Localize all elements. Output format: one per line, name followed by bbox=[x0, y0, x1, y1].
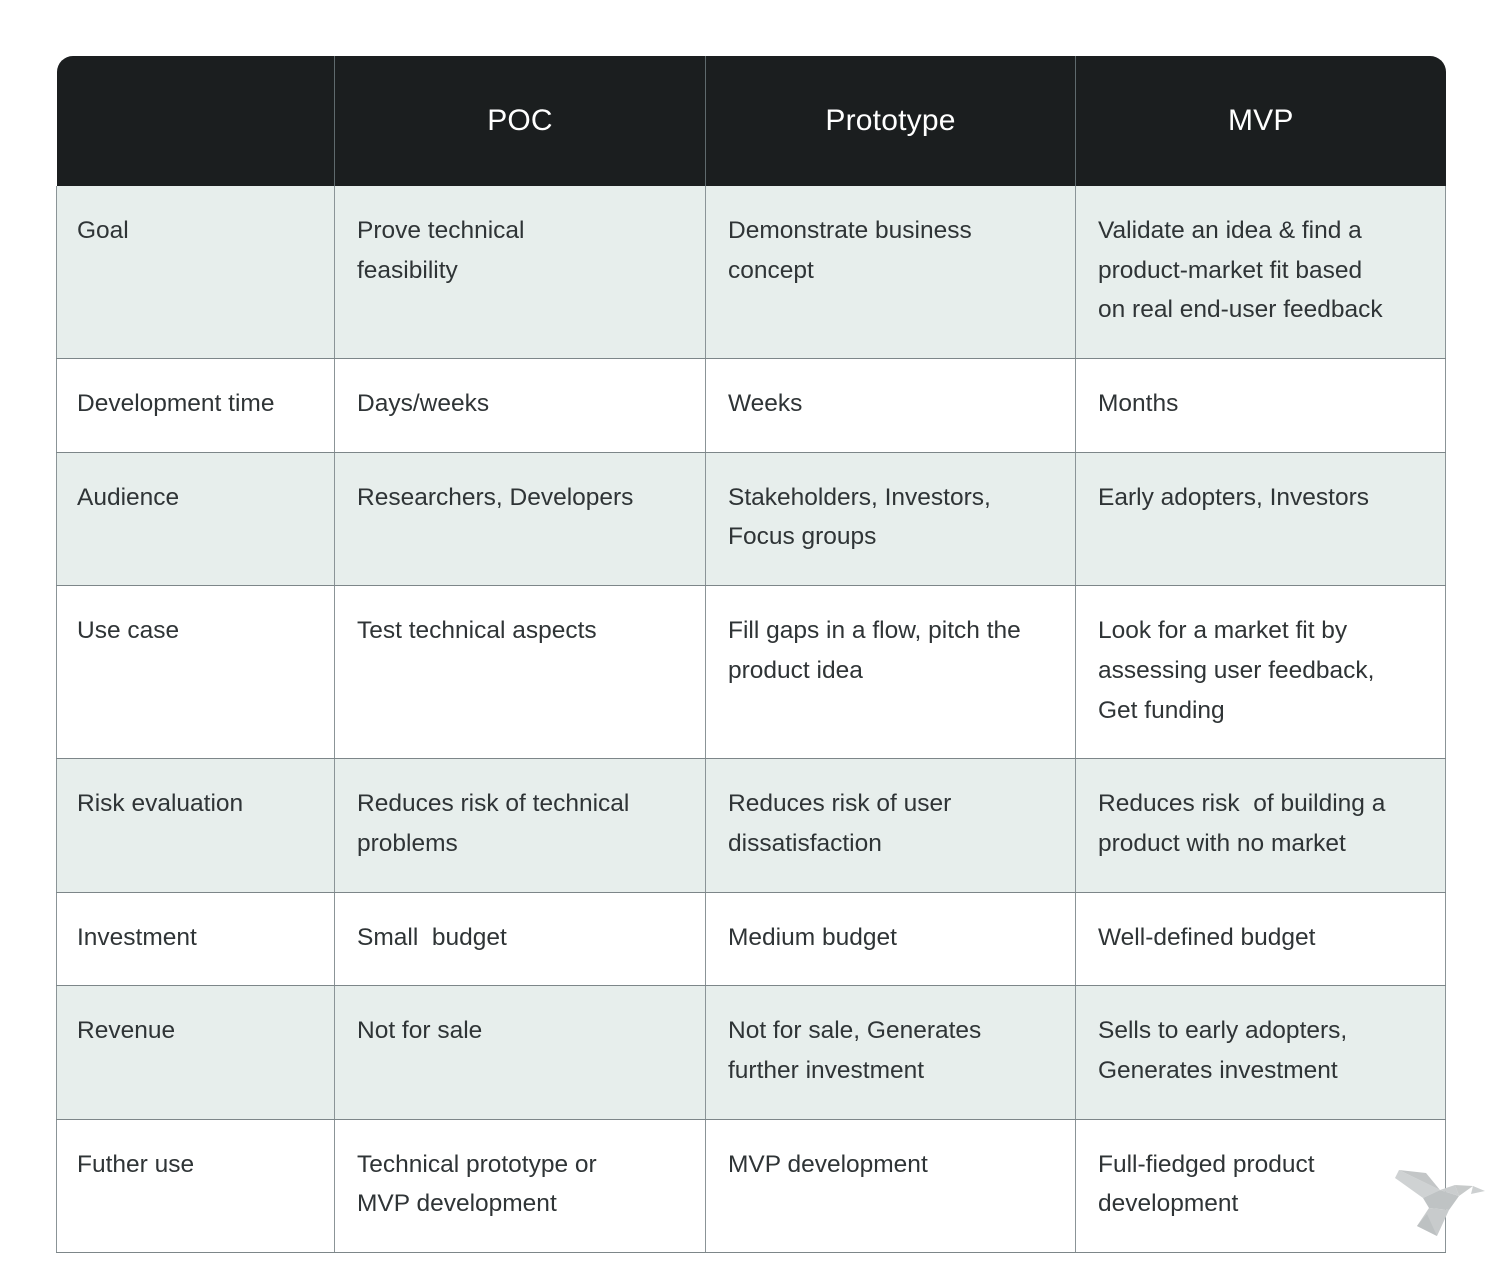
cell-risk-evaluation-poc: Reduces risk of technical problems bbox=[334, 758, 706, 893]
cell-investment-prototype: Medium budget bbox=[705, 892, 1076, 987]
cell-text: Technical prototype or MVP development bbox=[357, 1150, 597, 1218]
cell-text: Months bbox=[1098, 390, 1179, 418]
cell-goal-mvp: Validate an idea & find a product-market… bbox=[1075, 186, 1446, 360]
cell-text: Look for a market fit by assessing user … bbox=[1098, 617, 1375, 724]
row-label-goal: Goal bbox=[56, 186, 335, 360]
cell-text: Futher use bbox=[77, 1150, 195, 1178]
header-label-mvp: MVP bbox=[1227, 104, 1294, 137]
cell-futher-use-poc: Technical prototype or MVP development bbox=[334, 1119, 706, 1254]
table-container: POC Prototype MVP Goal Prove technical f… bbox=[56, 56, 1446, 1254]
comparison-table-page: POC Prototype MVP Goal Prove technical f… bbox=[0, 0, 1500, 1262]
cell-text: Demonstrate business concept bbox=[728, 217, 972, 284]
cell-text: Sells to early adopters, Generates inves… bbox=[1098, 1017, 1348, 1084]
cell-audience-prototype: Stakeholders, Investors, Focus groups bbox=[705, 452, 1076, 587]
header-cell-poc: POC bbox=[334, 56, 706, 186]
cell-use-case-prototype: Fill gaps in a flow, pitch the product i… bbox=[705, 585, 1076, 760]
cell-text: Weeks bbox=[728, 390, 803, 418]
cell-investment-poc: Small budget bbox=[334, 892, 706, 987]
table-row: Development time Days/weeks Weeks Months bbox=[56, 358, 1446, 453]
cell-text: Use case bbox=[77, 617, 180, 645]
table-row: Investment Small budget Medium budget We… bbox=[56, 892, 1446, 987]
cell-use-case-mvp: Look for a market fit by assessing user … bbox=[1075, 585, 1446, 760]
cell-text: Reduces risk of user dissatisfaction bbox=[728, 790, 952, 857]
cell-text: Development time bbox=[77, 390, 275, 418]
cell-text: Risk evaluation bbox=[77, 790, 244, 818]
cell-text: Not for sale bbox=[357, 1017, 483, 1045]
cell-text: Not for sale, Generates further investme… bbox=[728, 1017, 982, 1084]
cell-text: MVP development bbox=[728, 1150, 928, 1178]
cell-text: Revenue bbox=[77, 1017, 176, 1045]
cell-text: Early adopters, Investors bbox=[1098, 483, 1369, 511]
row-label-futher-use: Futher use bbox=[56, 1119, 335, 1254]
cell-investment-mvp: Well-defined budget bbox=[1075, 892, 1446, 987]
table-row: Use case Test technical aspects Fill gap… bbox=[56, 585, 1446, 760]
header-cell-mvp: MVP bbox=[1075, 56, 1446, 186]
cell-text: Fill gaps in a flow, pitch the product i… bbox=[728, 617, 1021, 684]
cell-risk-evaluation-mvp: Reduces risk of building a product with … bbox=[1075, 758, 1446, 893]
cell-text: Validate an idea & find a product-market… bbox=[1098, 217, 1383, 324]
cell-text: Days/weeks bbox=[357, 390, 490, 418]
cell-development-time-mvp: Months bbox=[1075, 358, 1446, 453]
cell-audience-mvp: Early adopters, Investors bbox=[1075, 452, 1446, 587]
cell-goal-prototype: Demonstrate business concept bbox=[705, 186, 1076, 360]
cell-text: Medium budget bbox=[728, 923, 897, 951]
header-label-poc: POC bbox=[487, 104, 553, 137]
cell-audience-poc: Researchers, Developers bbox=[334, 452, 706, 587]
row-label-development-time: Development time bbox=[56, 358, 335, 453]
cell-text: Audience bbox=[77, 483, 180, 511]
row-label-audience: Audience bbox=[56, 452, 335, 587]
row-label-investment: Investment bbox=[56, 892, 335, 987]
cell-futher-use-mvp: Full-fiedged product development bbox=[1075, 1119, 1446, 1254]
row-label-risk-evaluation: Risk evaluation bbox=[56, 758, 335, 893]
row-label-use-case: Use case bbox=[56, 585, 335, 760]
table-body: Goal Prove technical feasibility Demonst… bbox=[56, 186, 1446, 1254]
cell-text: Well-defined budget bbox=[1098, 923, 1316, 951]
cell-text: Test technical aspects bbox=[357, 617, 597, 645]
cell-text: Reduces risk of technical problems bbox=[357, 790, 630, 857]
cell-text: Stakeholders, Investors, Focus groups bbox=[728, 483, 991, 551]
table-row: Futher use Technical prototype or MVP de… bbox=[56, 1119, 1446, 1254]
table-row: Audience Researchers, Developers Stakeho… bbox=[56, 452, 1446, 587]
cell-text: Small budget bbox=[357, 923, 507, 951]
header-cell-blank bbox=[56, 56, 335, 186]
cell-risk-evaluation-prototype: Reduces risk of user dissatisfaction bbox=[705, 758, 1076, 893]
cell-text: Researchers, Developers bbox=[357, 483, 634, 511]
table-row: Goal Prove technical feasibility Demonst… bbox=[56, 186, 1446, 360]
cell-revenue-poc: Not for sale bbox=[334, 985, 706, 1120]
table-header: POC Prototype MVP bbox=[56, 56, 1446, 186]
cell-futher-use-prototype: MVP development bbox=[705, 1119, 1076, 1254]
cell-revenue-prototype: Not for sale, Generates further investme… bbox=[705, 985, 1076, 1120]
header-label-prototype: Prototype bbox=[825, 104, 956, 137]
cell-development-time-poc: Days/weeks bbox=[334, 358, 706, 453]
cell-goal-poc: Prove technical feasibility bbox=[334, 186, 706, 360]
table-row: Revenue Not for sale Not for sale, Gener… bbox=[56, 985, 1446, 1120]
table-row: Risk evaluation Reduces risk of technica… bbox=[56, 758, 1446, 893]
row-label-revenue: Revenue bbox=[56, 985, 335, 1120]
cell-text: Investment bbox=[77, 923, 197, 951]
cell-use-case-poc: Test technical aspects bbox=[334, 585, 706, 760]
cell-text: Goal bbox=[77, 217, 129, 244]
cell-development-time-prototype: Weeks bbox=[705, 358, 1076, 453]
origami-bird-icon bbox=[1393, 1152, 1489, 1244]
cell-text: Prove technical feasibility bbox=[357, 217, 525, 284]
header-row: POC Prototype MVP bbox=[56, 56, 1446, 186]
cell-text: Reduces risk of building a product with … bbox=[1098, 790, 1386, 857]
cell-revenue-mvp: Sells to early adopters, Generates inves… bbox=[1075, 985, 1446, 1120]
poc-prototype-mvp-comparison-table: POC Prototype MVP Goal Prove technical f… bbox=[56, 56, 1446, 1254]
header-cell-prototype: Prototype bbox=[705, 56, 1076, 186]
cell-text: Full-fiedged product development bbox=[1098, 1150, 1315, 1218]
